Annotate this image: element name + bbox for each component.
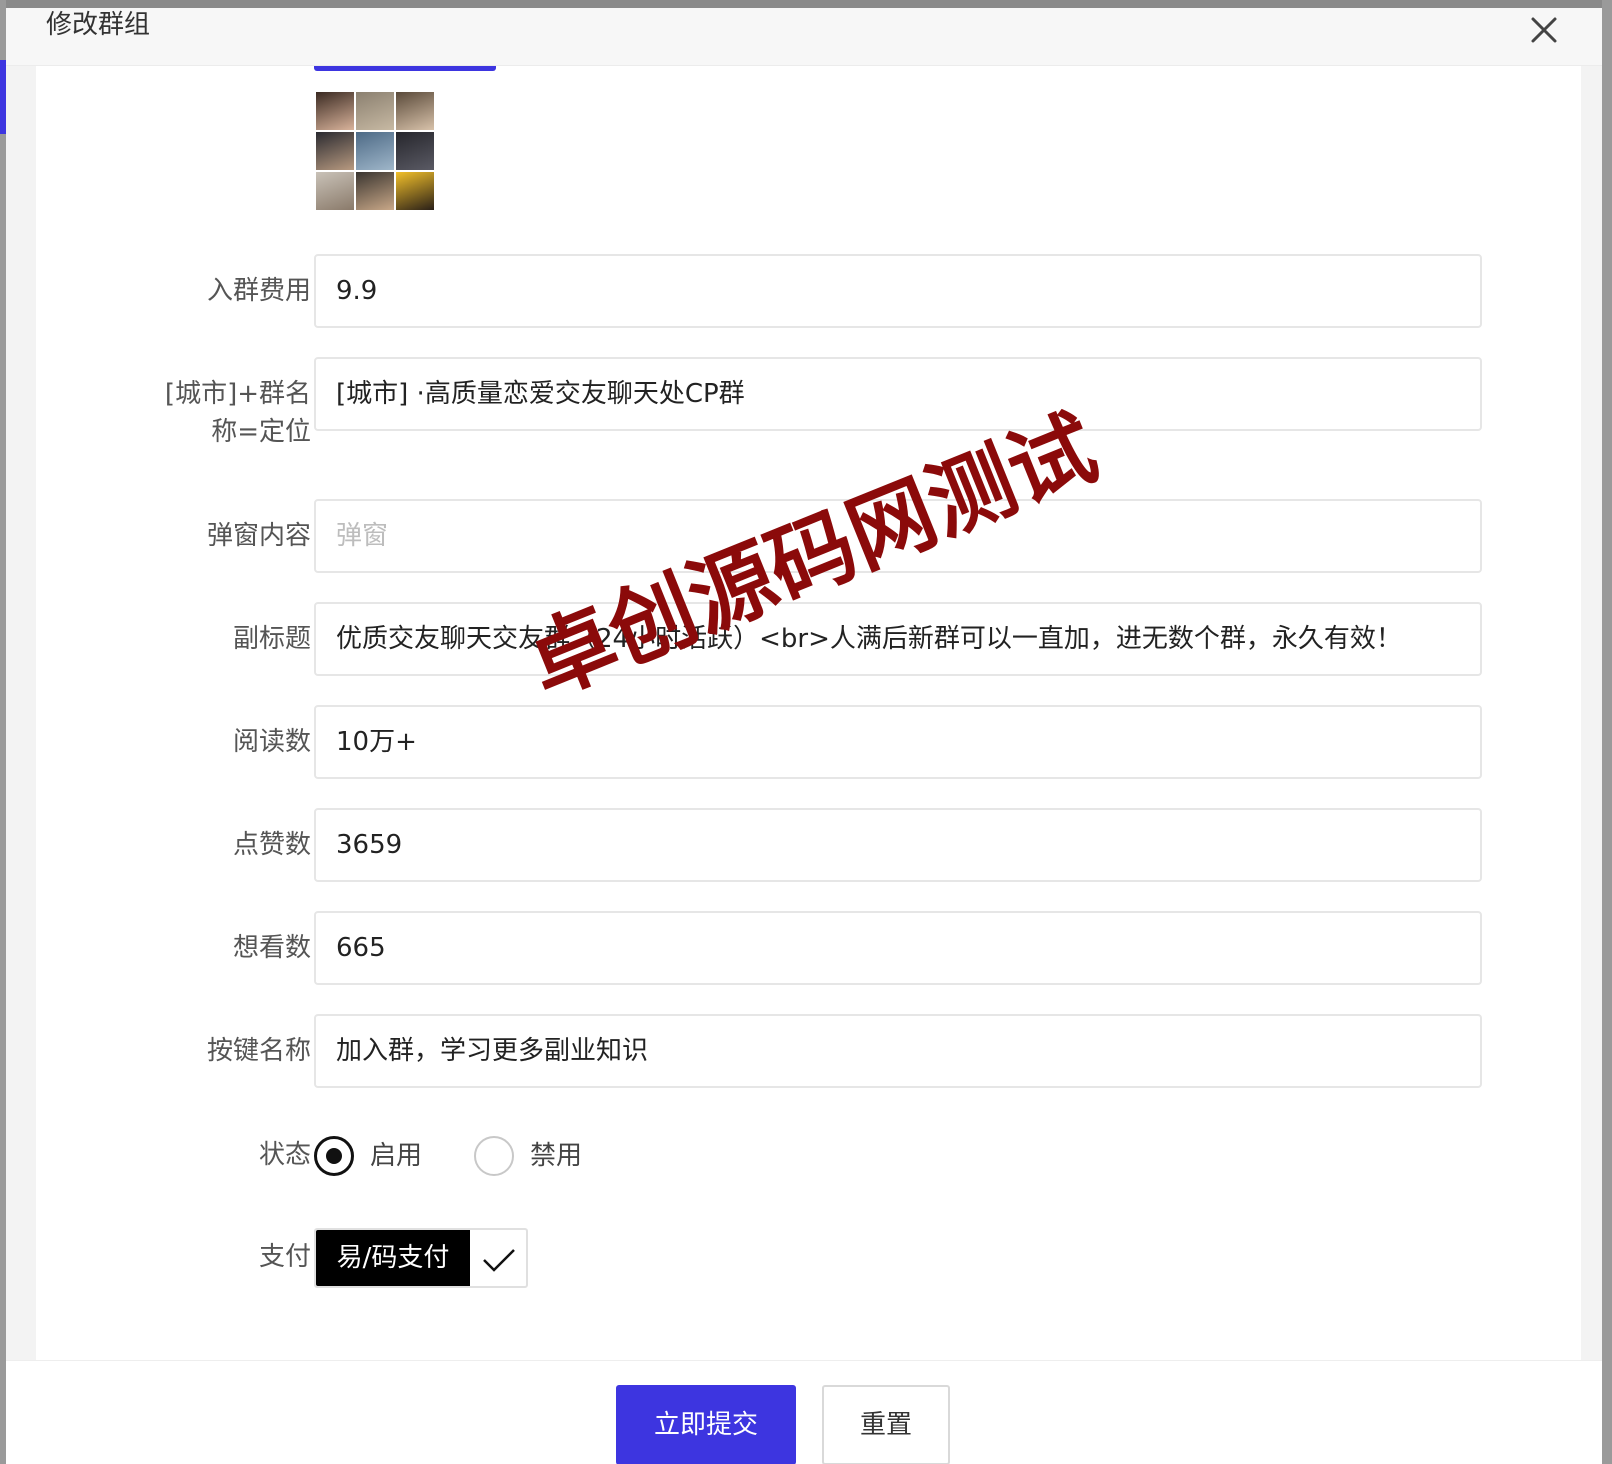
avatar-9 bbox=[396, 172, 434, 210]
modal-body: 入群费用 9.9 [城市]+群名 称=定位 [城市] ·高质量恋爱交友聊天处CP… bbox=[6, 66, 1602, 1360]
reset-button[interactable]: 重置 bbox=[822, 1385, 950, 1464]
payment-select[interactable]: 易/码支付 bbox=[314, 1228, 528, 1288]
avatar-8 bbox=[356, 172, 394, 210]
status-enable-label[interactable]: 启用 bbox=[370, 1136, 422, 1176]
group-avatar[interactable] bbox=[316, 92, 434, 210]
field-label: 状态 bbox=[258, 1140, 311, 1170]
likes-input[interactable]: 3659 bbox=[314, 808, 1482, 882]
subtitle-input[interactable]: 优质交友聊天交友群（24小时活跃）<br>人满后新群可以一直加，进无数个群，永久… bbox=[314, 602, 1482, 676]
field-label: 弹窗内容 bbox=[206, 521, 311, 551]
field-label: 点赞数 bbox=[232, 830, 311, 860]
submit-button[interactable]: 立即提交 bbox=[616, 1385, 796, 1464]
edit-group-modal: 修改群组 入群费用 9.9 [城市]+群名 称=定位 [城市] ·高质量恋爱交友… bbox=[6, 8, 1602, 1464]
form-row-payment: 支付 易/码支付 bbox=[36, 1228, 1581, 1288]
field-label: 副标题 bbox=[232, 624, 311, 654]
modal-title: 修改群组 bbox=[46, 10, 151, 40]
wants-input[interactable]: 665 bbox=[314, 911, 1482, 985]
page-right-edge bbox=[1602, 0, 1612, 1464]
field-label: 想看数 bbox=[232, 933, 311, 963]
field-label: 支付 bbox=[258, 1242, 311, 1272]
modal-header: 修改群组 bbox=[6, 8, 1602, 66]
avatar-4 bbox=[316, 132, 354, 170]
close-icon[interactable] bbox=[1526, 12, 1562, 48]
field-label: 入群费用 bbox=[206, 276, 311, 306]
modal-footer: 立即提交 重置 bbox=[6, 1360, 1602, 1464]
status-enable-radio[interactable] bbox=[314, 1136, 354, 1176]
active-tab-indicator bbox=[314, 66, 496, 71]
group-name-input[interactable]: [城市] ·高质量恋爱交友聊天处CP群 bbox=[314, 357, 1482, 431]
avatar-7 bbox=[316, 172, 354, 210]
field-label: 阅读数 bbox=[232, 727, 311, 757]
check-icon bbox=[480, 1240, 518, 1278]
field-label-line-1: [城市]+群名 bbox=[164, 379, 311, 409]
field-label: 按键名称 bbox=[206, 1036, 311, 1066]
avatar-5 bbox=[356, 132, 394, 170]
payment-selected-tag[interactable]: 易/码支付 bbox=[316, 1230, 470, 1286]
field-label-line-2: 称=定位 bbox=[211, 417, 311, 447]
avatar-1 bbox=[316, 92, 354, 130]
button-name-input[interactable]: 加入群，学习更多副业知识 bbox=[314, 1014, 1482, 1088]
form-row-status: 状态 启用 禁用 bbox=[36, 1136, 1581, 1176]
reads-input[interactable]: 10万+ bbox=[314, 705, 1482, 779]
status-disable-radio[interactable] bbox=[474, 1136, 514, 1176]
status-disable-label[interactable]: 禁用 bbox=[530, 1136, 582, 1176]
avatar-3 bbox=[396, 92, 434, 130]
popup-input[interactable]: 弹窗 bbox=[314, 499, 1482, 573]
avatar-2 bbox=[356, 92, 394, 130]
fee-input[interactable]: 9.9 bbox=[314, 254, 1482, 328]
avatar-6 bbox=[396, 132, 434, 170]
form-content[interactable]: 入群费用 9.9 [城市]+群名 称=定位 [城市] ·高质量恋爱交友聊天处CP… bbox=[36, 66, 1581, 1360]
